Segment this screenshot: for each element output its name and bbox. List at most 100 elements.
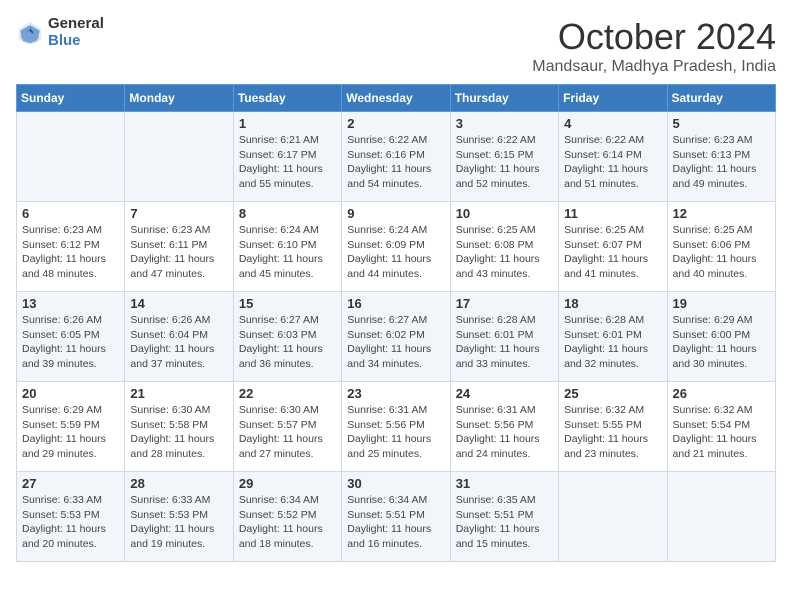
day-number: 29 <box>239 476 336 491</box>
logo-icon <box>16 19 44 47</box>
calendar-cell: 21Sunrise: 6:30 AMSunset: 5:58 PMDayligh… <box>125 382 233 472</box>
calendar-cell: 26Sunrise: 6:32 AMSunset: 5:54 PMDayligh… <box>667 382 775 472</box>
day-number: 13 <box>22 296 119 311</box>
day-number: 30 <box>347 476 444 491</box>
calendar-cell: 14 Sunrise: 6:26 AMSunset: 6:04 PMDayligh… <box>125 292 233 382</box>
calendar-cell: 12 Sunrise: 6:25 AMSunset: 6:06 PMDayligh… <box>667 202 775 292</box>
calendar-cell: 7Sunrise: 6:23 AMSunset: 6:11 PMDaylight… <box>125 202 233 292</box>
calendar-cell: 19 Sunrise: 6:29 AMSunset: 6:00 PMDayligh… <box>667 292 775 382</box>
day-info: Sunrise: 6:26 AMSunset: 6:04 PMDaylight:… <box>130 313 227 372</box>
calendar-cell: 9Sunrise: 6:24 AMSunset: 6:09 PMDaylight… <box>342 202 450 292</box>
calendar-body: 1Sunrise: 6:21 AMSunset: 6:17 PMDaylight… <box>17 112 776 562</box>
calendar-week-4: 20Sunrise: 6:29 AMSunset: 5:59 PMDayligh… <box>17 382 776 472</box>
title-block: October 2024 Mandsaur, Madhya Pradesh, I… <box>532 16 776 76</box>
weekday-header-friday: Friday <box>559 85 667 112</box>
day-number: 15 <box>239 296 336 311</box>
calendar-cell <box>667 472 775 562</box>
calendar-cell: 4 Sunrise: 6:22 AMSunset: 6:14 PMDaylight… <box>559 112 667 202</box>
day-info: Sunrise: 6:27 AMSunset: 6:02 PMDaylight:… <box>347 313 444 372</box>
day-number: 12 <box>673 206 770 221</box>
day-number: 3 <box>456 116 553 131</box>
day-info: Sunrise: 6:22 AMSunset: 6:16 PMDaylight:… <box>347 133 444 192</box>
calendar-header: SundayMondayTuesdayWednesdayThursdayFrid… <box>17 85 776 112</box>
calendar-cell <box>17 112 125 202</box>
day-number: 18 <box>564 296 661 311</box>
calendar-cell: 27Sunrise: 6:33 AMSunset: 5:53 PMDayligh… <box>17 472 125 562</box>
weekday-header-monday: Monday <box>125 85 233 112</box>
calendar-cell: 10Sunrise: 6:25 AMSunset: 6:08 PMDayligh… <box>450 202 558 292</box>
calendar-cell: 31Sunrise: 6:35 AMSunset: 5:51 PMDayligh… <box>450 472 558 562</box>
day-info: Sunrise: 6:22 AMSunset: 6:15 PMDaylight:… <box>456 133 553 192</box>
day-info: Sunrise: 6:28 AMSunset: 6:01 PMDaylight:… <box>564 313 661 372</box>
day-info: Sunrise: 6:23 AMSunset: 6:13 PMDaylight:… <box>673 133 770 192</box>
day-info: Sunrise: 6:26 AMSunset: 6:05 PMDaylight:… <box>22 313 119 372</box>
day-info: Sunrise: 6:24 AMSunset: 6:09 PMDaylight:… <box>347 223 444 282</box>
day-number: 7 <box>130 206 227 221</box>
day-number: 2 <box>347 116 444 131</box>
day-info: Sunrise: 6:34 AMSunset: 5:51 PMDaylight:… <box>347 493 444 552</box>
calendar-cell: 2 Sunrise: 6:22 AMSunset: 6:16 PMDaylight… <box>342 112 450 202</box>
day-info: Sunrise: 6:29 AMSunset: 6:00 PMDaylight:… <box>673 313 770 372</box>
day-info: Sunrise: 6:23 AMSunset: 6:12 PMDaylight:… <box>22 223 119 282</box>
logo-general-text: General <box>48 16 104 33</box>
day-info: Sunrise: 6:31 AMSunset: 5:56 PMDaylight:… <box>456 403 553 462</box>
weekday-header-sunday: Sunday <box>17 85 125 112</box>
calendar-cell: 23 Sunrise: 6:31 AMSunset: 5:56 PMDayligh… <box>342 382 450 472</box>
calendar-week-1: 1Sunrise: 6:21 AMSunset: 6:17 PMDaylight… <box>17 112 776 202</box>
calendar-cell: 17 Sunrise: 6:28 AMSunset: 6:01 PMDayligh… <box>450 292 558 382</box>
calendar-cell <box>559 472 667 562</box>
calendar-cell: 30 Sunrise: 6:34 AMSunset: 5:51 PMDayligh… <box>342 472 450 562</box>
calendar-cell: 20Sunrise: 6:29 AMSunset: 5:59 PMDayligh… <box>17 382 125 472</box>
calendar-table: SundayMondayTuesdayWednesdayThursdayFrid… <box>16 84 776 562</box>
calendar-cell: 11 Sunrise: 6:25 AMSunset: 6:07 PMDayligh… <box>559 202 667 292</box>
calendar-cell: 24 Sunrise: 6:31 AMSunset: 5:56 PMDayligh… <box>450 382 558 472</box>
day-info: Sunrise: 6:24 AMSunset: 6:10 PMDaylight:… <box>239 223 336 282</box>
calendar-cell: 13 Sunrise: 6:26 AMSunset: 6:05 PMDayligh… <box>17 292 125 382</box>
day-info: Sunrise: 6:29 AMSunset: 5:59 PMDaylight:… <box>22 403 119 462</box>
day-info: Sunrise: 6:30 AMSunset: 5:57 PMDaylight:… <box>239 403 336 462</box>
weekday-header-saturday: Saturday <box>667 85 775 112</box>
day-info: Sunrise: 6:34 AMSunset: 5:52 PMDaylight:… <box>239 493 336 552</box>
day-number: 10 <box>456 206 553 221</box>
day-number: 19 <box>673 296 770 311</box>
calendar-cell: 16 Sunrise: 6:27 AMSunset: 6:02 PMDayligh… <box>342 292 450 382</box>
calendar-week-2: 6 Sunrise: 6:23 AMSunset: 6:12 PMDaylight… <box>17 202 776 292</box>
day-info: Sunrise: 6:25 AMSunset: 6:06 PMDaylight:… <box>673 223 770 282</box>
day-number: 23 <box>347 386 444 401</box>
day-number: 31 <box>456 476 553 491</box>
day-number: 24 <box>456 386 553 401</box>
day-info: Sunrise: 6:28 AMSunset: 6:01 PMDaylight:… <box>456 313 553 372</box>
calendar-cell: 3 Sunrise: 6:22 AMSunset: 6:15 PMDaylight… <box>450 112 558 202</box>
calendar-week-3: 13 Sunrise: 6:26 AMSunset: 6:05 PMDayligh… <box>17 292 776 382</box>
day-number: 6 <box>22 206 119 221</box>
day-info: Sunrise: 6:32 AMSunset: 5:55 PMDaylight:… <box>564 403 661 462</box>
day-number: 21 <box>130 386 227 401</box>
day-number: 11 <box>564 206 661 221</box>
day-number: 14 <box>130 296 227 311</box>
weekday-header-thursday: Thursday <box>450 85 558 112</box>
calendar-cell <box>125 112 233 202</box>
month-title: October 2024 <box>532 16 776 58</box>
day-number: 4 <box>564 116 661 131</box>
day-number: 28 <box>130 476 227 491</box>
day-info: Sunrise: 6:22 AMSunset: 6:14 PMDaylight:… <box>564 133 661 192</box>
day-number: 17 <box>456 296 553 311</box>
weekday-row: SundayMondayTuesdayWednesdayThursdayFrid… <box>17 85 776 112</box>
day-info: Sunrise: 6:25 AMSunset: 6:07 PMDaylight:… <box>564 223 661 282</box>
weekday-header-wednesday: Wednesday <box>342 85 450 112</box>
day-number: 1 <box>239 116 336 131</box>
day-number: 25 <box>564 386 661 401</box>
logo: General Blue <box>16 16 104 49</box>
day-info: Sunrise: 6:32 AMSunset: 5:54 PMDaylight:… <box>673 403 770 462</box>
weekday-header-tuesday: Tuesday <box>233 85 341 112</box>
day-info: Sunrise: 6:33 AMSunset: 5:53 PMDaylight:… <box>130 493 227 552</box>
location-text: Mandsaur, Madhya Pradesh, India <box>532 58 776 76</box>
day-info: Sunrise: 6:31 AMSunset: 5:56 PMDaylight:… <box>347 403 444 462</box>
day-number: 27 <box>22 476 119 491</box>
calendar-week-5: 27 Sunrise: 6:33 AMSunset: 5:53 PMDayligh… <box>17 472 776 562</box>
calendar-cell: 22Sunrise: 6:30 AMSunset: 5:57 PMDayligh… <box>233 382 341 472</box>
day-number: 16 <box>347 296 444 311</box>
calendar-cell: 15Sunrise: 6:27 AMSunset: 6:03 PMDayligh… <box>233 292 341 382</box>
logo-blue-text: Blue <box>48 33 104 50</box>
calendar-cell: 29 Sunrise: 6:34 AMSunset: 5:52 PMDayligh… <box>233 472 341 562</box>
